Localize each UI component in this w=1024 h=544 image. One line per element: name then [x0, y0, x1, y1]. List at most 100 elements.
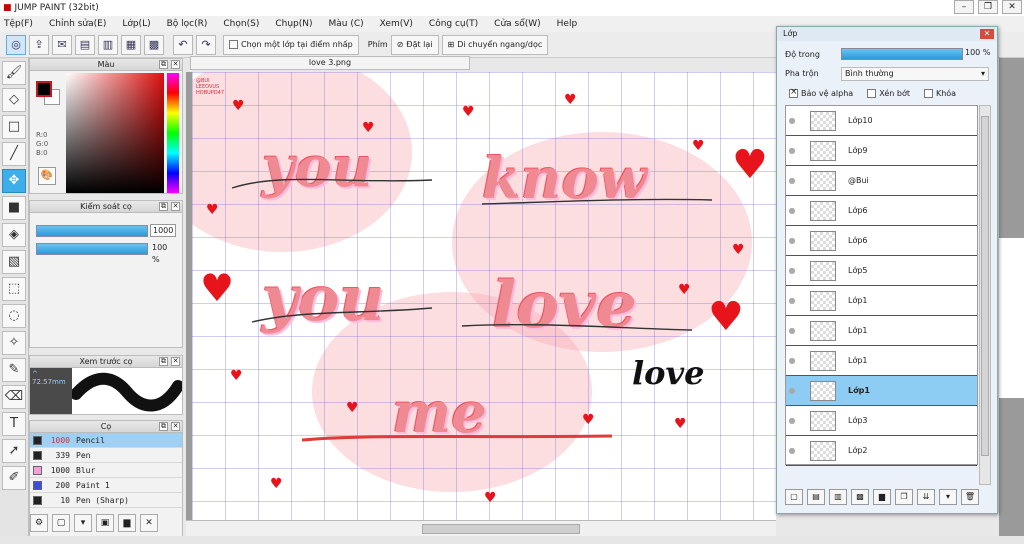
menu-filter[interactable]: Bộ lọc(R) [167, 19, 208, 29]
new-brush-icon[interactable]: ▢ [52, 514, 70, 532]
brush-tool-icon[interactable]: 🖌 [2, 61, 26, 85]
lasso-tool-icon[interactable]: ◌ [2, 304, 26, 328]
layer-list-scrollbar[interactable] [979, 105, 991, 485]
brush-row[interactable]: 1000 Pencil [30, 433, 182, 448]
new-layer-8bit-icon[interactable]: ▤ [807, 489, 825, 505]
new-layer-1bit-icon[interactable]: ▥ [829, 489, 847, 505]
panel-detach-icon[interactable]: ⧉ [159, 357, 168, 366]
layer-row[interactable]: ● Lớp5 [786, 256, 977, 286]
merge-down-icon[interactable]: ⇊ [917, 489, 935, 505]
visibility-icon[interactable]: ● [786, 386, 798, 395]
layer-row[interactable]: ● Lớp6 [786, 196, 977, 226]
menu-tools[interactable]: Công cụ(T) [429, 19, 478, 29]
foreground-color-swatch[interactable] [36, 81, 52, 97]
brush-size-value[interactable]: 1000 [150, 224, 176, 237]
brush-settings-icon[interactable]: ⚙ [30, 514, 48, 532]
magic-wand-tool-icon[interactable]: ✧ [2, 331, 26, 355]
layer-row[interactable]: ● Lớp2 [786, 436, 977, 466]
panel-close-icon[interactable]: ✕ [171, 422, 180, 431]
select-layer-checkbox[interactable]: Chọn một lớp tại điểm nhấp [223, 34, 359, 55]
doc-icon[interactable]: ▦ [121, 34, 141, 55]
export-icon[interactable]: ⇪ [29, 34, 49, 55]
brush-size-slider[interactable] [36, 225, 148, 237]
protect-alpha-checkbox[interactable]: Bảo vệ alpha [789, 87, 853, 98]
select-eraser-tool-icon[interactable]: ⌫ [2, 385, 26, 409]
brush-menu-icon[interactable]: ▾ [74, 514, 92, 532]
layer-row[interactable]: ● Lớp1 [786, 286, 977, 316]
panel-close-icon[interactable]: ✕ [171, 202, 180, 211]
layer-row[interactable]: ● Lớp9 [786, 136, 977, 166]
visibility-icon[interactable]: ● [786, 236, 798, 245]
menu-select[interactable]: Chọn(S) [223, 19, 259, 29]
line-tool-icon[interactable]: ╱ [2, 142, 26, 166]
brush-row[interactable]: 339 Pen [30, 448, 182, 463]
menu-color[interactable]: Màu (C) [329, 19, 364, 29]
maximize-button[interactable]: ❐ [978, 0, 998, 14]
scrollbar-thumb[interactable] [422, 524, 580, 534]
copy-brush-icon[interactable]: ▣ [96, 514, 114, 532]
lock-checkbox[interactable]: Khóa [923, 89, 956, 98]
canvas[interactable]: @BUI LEEOVUS HOBUPD47 you know you love … [192, 72, 776, 520]
text-tool-icon[interactable]: T [2, 412, 26, 436]
eraser-tool-icon[interactable]: ◇ [2, 88, 26, 112]
layer-menu-icon[interactable]: ▾ [939, 489, 957, 505]
comment-icon[interactable]: ✉ [52, 34, 72, 55]
visibility-icon[interactable]: ● [786, 266, 798, 275]
delete-layer-icon[interactable]: 🗑 [961, 489, 979, 505]
redo-icon[interactable]: ↷ [196, 34, 216, 55]
menu-file[interactable]: Tệp(F) [4, 19, 33, 29]
menu-capture[interactable]: Chụp(N) [275, 19, 312, 29]
scrollbar-thumb[interactable] [981, 116, 989, 456]
visibility-icon[interactable]: ● [786, 326, 798, 335]
grid-icon[interactable]: ▩ [144, 34, 164, 55]
visibility-icon[interactable]: ● [786, 116, 798, 125]
panel-detach-icon[interactable]: ⧉ [159, 202, 168, 211]
panel-close-icon[interactable]: ✕ [171, 60, 180, 69]
visibility-icon[interactable]: ● [786, 446, 798, 455]
layer-row[interactable]: ● @Bui [786, 166, 977, 196]
pointer-tool-icon[interactable]: ➚ [2, 439, 26, 463]
close-window-button[interactable]: ✕ [1002, 0, 1022, 14]
panel-detach-icon[interactable]: ⧉ [159, 422, 168, 431]
new-layer-icon[interactable]: ▢ [785, 489, 803, 505]
new-folder-icon[interactable]: ▆ [873, 489, 891, 505]
menu-view[interactable]: Xem(V) [380, 19, 413, 29]
menu-layer[interactable]: Lớp(L) [122, 19, 150, 29]
visibility-icon[interactable]: ● [786, 176, 798, 185]
palette-icon[interactable]: 🎨 [38, 167, 56, 185]
visibility-icon[interactable]: ● [786, 206, 798, 215]
eyedropper-tool-icon[interactable]: ✐ [2, 466, 26, 490]
blend-mode-select[interactable]: Bình thường ▾ [841, 67, 989, 81]
panel-close-icon[interactable]: ✕ [171, 357, 180, 366]
reset-button[interactable]: ⊘ Đặt lại [390, 34, 439, 55]
rect-select-tool-icon[interactable]: ⬚ [2, 277, 26, 301]
saturation-value-picker[interactable] [66, 73, 164, 193]
move-direction-button[interactable]: ⊞ Di chuyển ngang/dọc [441, 34, 549, 55]
select-pen-tool-icon[interactable]: ✎ [2, 358, 26, 382]
horizontal-scrollbar[interactable] [186, 520, 776, 536]
undo-icon[interactable]: ↶ [173, 34, 193, 55]
visibility-icon[interactable]: ● [786, 356, 798, 365]
minimize-button[interactable]: – [954, 0, 974, 14]
brush-folder-icon[interactable]: ▆ [118, 514, 136, 532]
brush-opacity-slider[interactable] [36, 243, 148, 255]
visibility-icon[interactable]: ● [786, 146, 798, 155]
visibility-icon[interactable]: ● [786, 416, 798, 425]
rect-tool-icon[interactable]: □ [2, 115, 26, 139]
move-tool-icon[interactable]: ✥ [2, 169, 26, 193]
brush-row[interactable]: 200 Paint 1 [30, 478, 182, 493]
document-tab[interactable]: love 3.png [190, 56, 470, 70]
visibility-icon[interactable]: ● [786, 296, 798, 305]
hue-slider[interactable] [167, 73, 179, 193]
brush-row[interactable]: 1000 Blur [30, 463, 182, 478]
bucket-tool-icon[interactable]: ◈ [2, 223, 26, 247]
menu-edit[interactable]: Chỉnh sửa(E) [49, 19, 106, 29]
move-mode-icon[interactable]: ◎ [6, 34, 26, 55]
delete-brush-icon[interactable]: ✕ [140, 514, 158, 532]
close-icon[interactable]: ✕ [980, 29, 994, 39]
layer-row[interactable]: ● Lớp1 [786, 376, 977, 406]
layer-comment-icon[interactable]: ▤ [75, 34, 95, 55]
layer-row[interactable]: ● Lớp3 [786, 406, 977, 436]
fill-rect-tool-icon[interactable]: ■ [2, 196, 26, 220]
menu-help[interactable]: Help [557, 19, 578, 29]
